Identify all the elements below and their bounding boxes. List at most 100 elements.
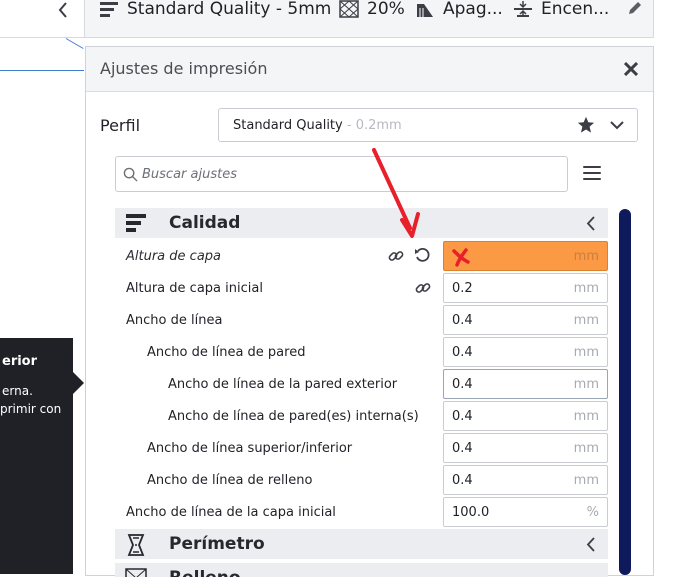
setting-label: Ancho de línea de pared: [147, 345, 306, 360]
outer-wall-line-width-field[interactable]: 0.4 mm: [443, 369, 608, 399]
settings-menu-button[interactable]: [583, 166, 601, 182]
inner-wall-line-width-field[interactable]: 0.4 mm: [443, 401, 608, 431]
field-unit: %: [586, 505, 599, 520]
top-bottom-line-width-field[interactable]: 0.4 mm: [443, 433, 608, 463]
field-value: 0.4: [452, 313, 473, 328]
chevron-down-icon[interactable]: [609, 117, 625, 133]
menu-bar: [583, 172, 601, 174]
tooltip-title: erior: [2, 354, 38, 369]
profile-name-text: Standard Quality: [233, 118, 343, 133]
link-icon[interactable]: [415, 280, 431, 296]
close-icon: [624, 62, 638, 76]
setting-tooltip: erior erna. primir con: [0, 338, 73, 574]
category-label: Perímetro: [169, 534, 265, 554]
field-unit: mm: [573, 249, 599, 264]
field-unit: mm: [573, 473, 599, 488]
infill-icon: [339, 0, 359, 18]
viewport-top-area: [0, 0, 84, 38]
setting-label: Altura de capa: [126, 249, 221, 264]
setting-row-outer-wall-line-width: Ancho de línea de la pared exterior 0.4 …: [115, 368, 608, 400]
star-icon[interactable]: [577, 116, 595, 134]
shell-icon: [127, 534, 145, 556]
pencil-icon: [629, 2, 641, 14]
field-value: 0.2: [452, 281, 473, 296]
summary-profile[interactable]: Standard Quality - 5mm: [99, 0, 331, 20]
field-value: 100.0: [452, 505, 490, 520]
search-icon: [123, 167, 138, 182]
reset-icon[interactable]: [414, 247, 430, 263]
infill-icon: [125, 568, 147, 577]
menu-bar: [583, 166, 601, 168]
adhesion-icon: [514, 1, 532, 17]
field-unit: mm: [573, 409, 599, 424]
setting-label: Ancho de línea de la capa inicial: [126, 505, 336, 520]
layer-height-field[interactable]: mm: [443, 241, 608, 271]
setting-label: Ancho de línea superior/inferior: [147, 441, 353, 456]
scrollbar[interactable]: [619, 209, 631, 575]
tooltip-pointer: [73, 372, 84, 394]
setting-label: Ancho de línea de la pared exterior: [168, 377, 398, 392]
field-value: 0.4: [452, 441, 473, 456]
summary-adhesion[interactable]: Encen...: [513, 0, 609, 20]
setting-label: Ancho de línea de relleno: [147, 473, 313, 488]
field-value: 0.4: [452, 473, 473, 488]
setting-label: Ancho de línea de pared(es) interna(s): [168, 409, 419, 424]
category-perimetro[interactable]: Perímetro: [115, 529, 608, 559]
infill-line-width-field[interactable]: 0.4 mm: [443, 465, 608, 495]
edit-button[interactable]: [627, 0, 643, 20]
summary-infill[interactable]: 20%: [339, 0, 405, 20]
chevron-left-icon: [58, 2, 67, 18]
chevron-left-icon: [586, 216, 595, 231]
print-settings-summary[interactable]: Standard Quality - 5mm 20% Apag... Encen…: [84, 0, 654, 38]
setting-row-wall-line-width: Ancho de línea de pared 0.4 mm: [115, 336, 608, 368]
setting-row-inner-wall-line-width: Ancho de línea de pared(es) interna(s) 0…: [115, 400, 608, 432]
print-settings-panel: Ajustes de impresión Perfil Standard Qua…: [85, 46, 654, 577]
quality-icon: [126, 214, 146, 232]
category-calidad[interactable]: Calidad: [115, 208, 608, 238]
summary-adhesion-text: Encen...: [541, 0, 610, 19]
setting-row-line-width: Ancho de línea 0.4 mm: [115, 304, 608, 336]
summary-support[interactable]: Apag...: [415, 0, 503, 20]
profile-name: Standard Quality - 0.2mm: [233, 118, 402, 133]
field-unit: mm: [573, 345, 599, 360]
viewport-guide-line: [0, 70, 84, 71]
setting-row-initial-layer-height: Altura de capa inicial 0.2 mm: [115, 272, 608, 304]
setting-row-infill-line-width: Ancho de línea de relleno 0.4 mm: [115, 464, 608, 496]
search-input[interactable]: [140, 163, 560, 185]
top-right-area: [655, 0, 696, 38]
summary-support-text: Apag...: [443, 0, 503, 19]
profile-dropdown[interactable]: Standard Quality - 0.2mm: [218, 108, 638, 142]
panel-header: Ajustes de impresión: [86, 47, 653, 92]
setting-row-top-bottom-line-width: Ancho de línea superior/inferior 0.4 mm: [115, 432, 608, 464]
setting-row-initial-layer-line-width: Ancho de línea de la capa inicial 100.0 …: [115, 496, 608, 528]
initial-layer-line-width-field[interactable]: 100.0 %: [443, 497, 608, 527]
field-unit: mm: [573, 281, 599, 296]
field-unit: mm: [573, 313, 599, 328]
setting-row-layer-height: Altura de capa mm: [115, 240, 608, 272]
field-value: 0.4: [452, 409, 473, 424]
tooltip-text: primir con: [0, 402, 62, 416]
line-width-field[interactable]: 0.4 mm: [443, 305, 608, 335]
viewport-guide-line: [65, 38, 84, 49]
initial-layer-height-field[interactable]: 0.2 mm: [443, 273, 608, 303]
collapse-button[interactable]: [48, 0, 78, 20]
annotation-x-mark: [452, 248, 470, 267]
top-bar: Standard Quality - 5mm 20% Apag... Encen…: [0, 0, 696, 38]
field-value: 0.4: [452, 345, 473, 360]
search-box[interactable]: [115, 156, 568, 192]
profile-layer-height: - 0.2mm: [342, 118, 402, 133]
tooltip-text: erna.: [2, 384, 33, 398]
field-unit: mm: [573, 377, 599, 392]
field-value: 0.4: [452, 377, 473, 392]
close-button[interactable]: [621, 59, 641, 79]
chevron-left-icon: [586, 537, 595, 552]
wall-line-width-field[interactable]: 0.4 mm: [443, 337, 608, 367]
quality-icon: [100, 2, 118, 17]
profile-label: Perfil: [100, 116, 141, 135]
category-label: Relleno: [169, 568, 241, 577]
panel-title: Ajustes de impresión: [100, 59, 268, 78]
link-icon[interactable]: [388, 248, 404, 264]
category-relleno[interactable]: Relleno: [115, 563, 608, 577]
setting-label: Ancho de línea: [126, 313, 223, 328]
summary-profile-text: Standard Quality - 5mm: [127, 0, 332, 19]
